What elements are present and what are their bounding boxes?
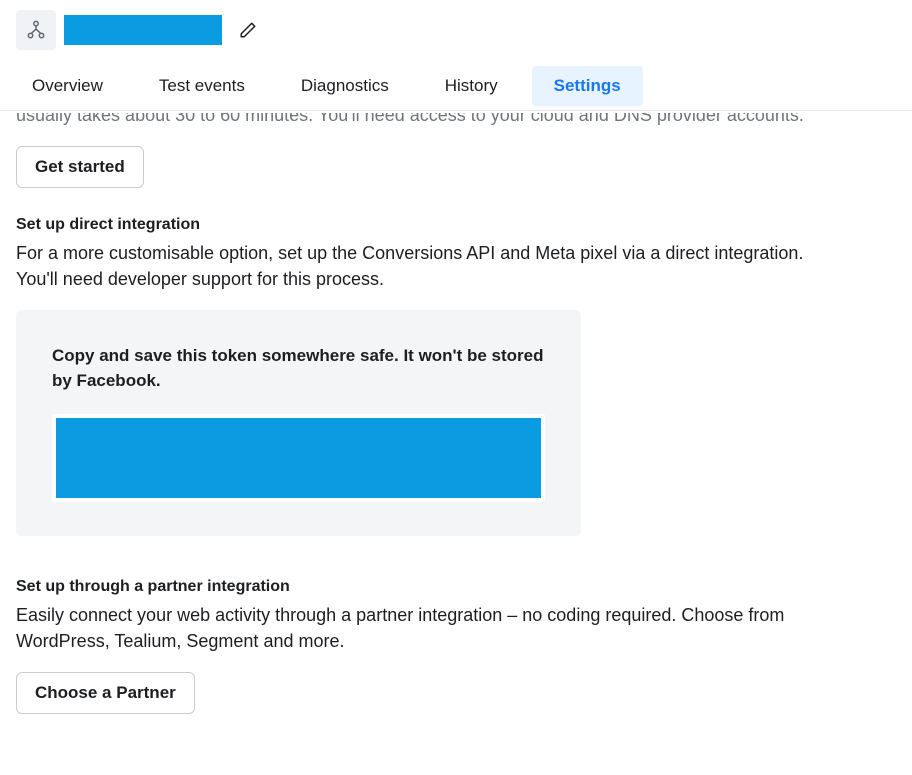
page-header [0, 0, 912, 50]
tab-settings[interactable]: Settings [532, 66, 643, 106]
token-notice-text: Copy and save this token somewhere safe.… [52, 344, 545, 393]
pencil-icon [239, 21, 257, 39]
tab-diagnostics[interactable]: Diagnostics [279, 66, 411, 110]
gateway-description-fragment: usually takes about 30 to 60 minutes. Yo… [16, 113, 896, 128]
direct-integration-body: For a more customisable option, set up t… [16, 240, 806, 292]
choose-partner-button[interactable]: Choose a Partner [16, 672, 195, 714]
tab-strip: Overview Test events Diagnostics History… [0, 50, 912, 111]
tab-test-events[interactable]: Test events [137, 66, 267, 110]
access-token-card: Copy and save this token somewhere safe.… [16, 310, 581, 535]
pixel-nodes-icon [16, 10, 56, 50]
get-started-button[interactable]: Get started [16, 146, 144, 188]
direct-integration-heading: Set up direct integration [16, 216, 896, 234]
edit-title-button[interactable] [234, 16, 262, 44]
dataset-title-redacted [64, 15, 222, 45]
partner-integration-body: Easily connect your web activity through… [16, 602, 806, 654]
settings-content: usually takes about 30 to 60 minutes. Yo… [0, 113, 912, 744]
tab-overview[interactable]: Overview [16, 66, 125, 110]
token-field-wrapper [52, 414, 545, 502]
access-token-value-redacted[interactable] [56, 418, 541, 498]
tab-history[interactable]: History [423, 66, 520, 110]
partner-integration-heading: Set up through a partner integration [16, 578, 896, 596]
